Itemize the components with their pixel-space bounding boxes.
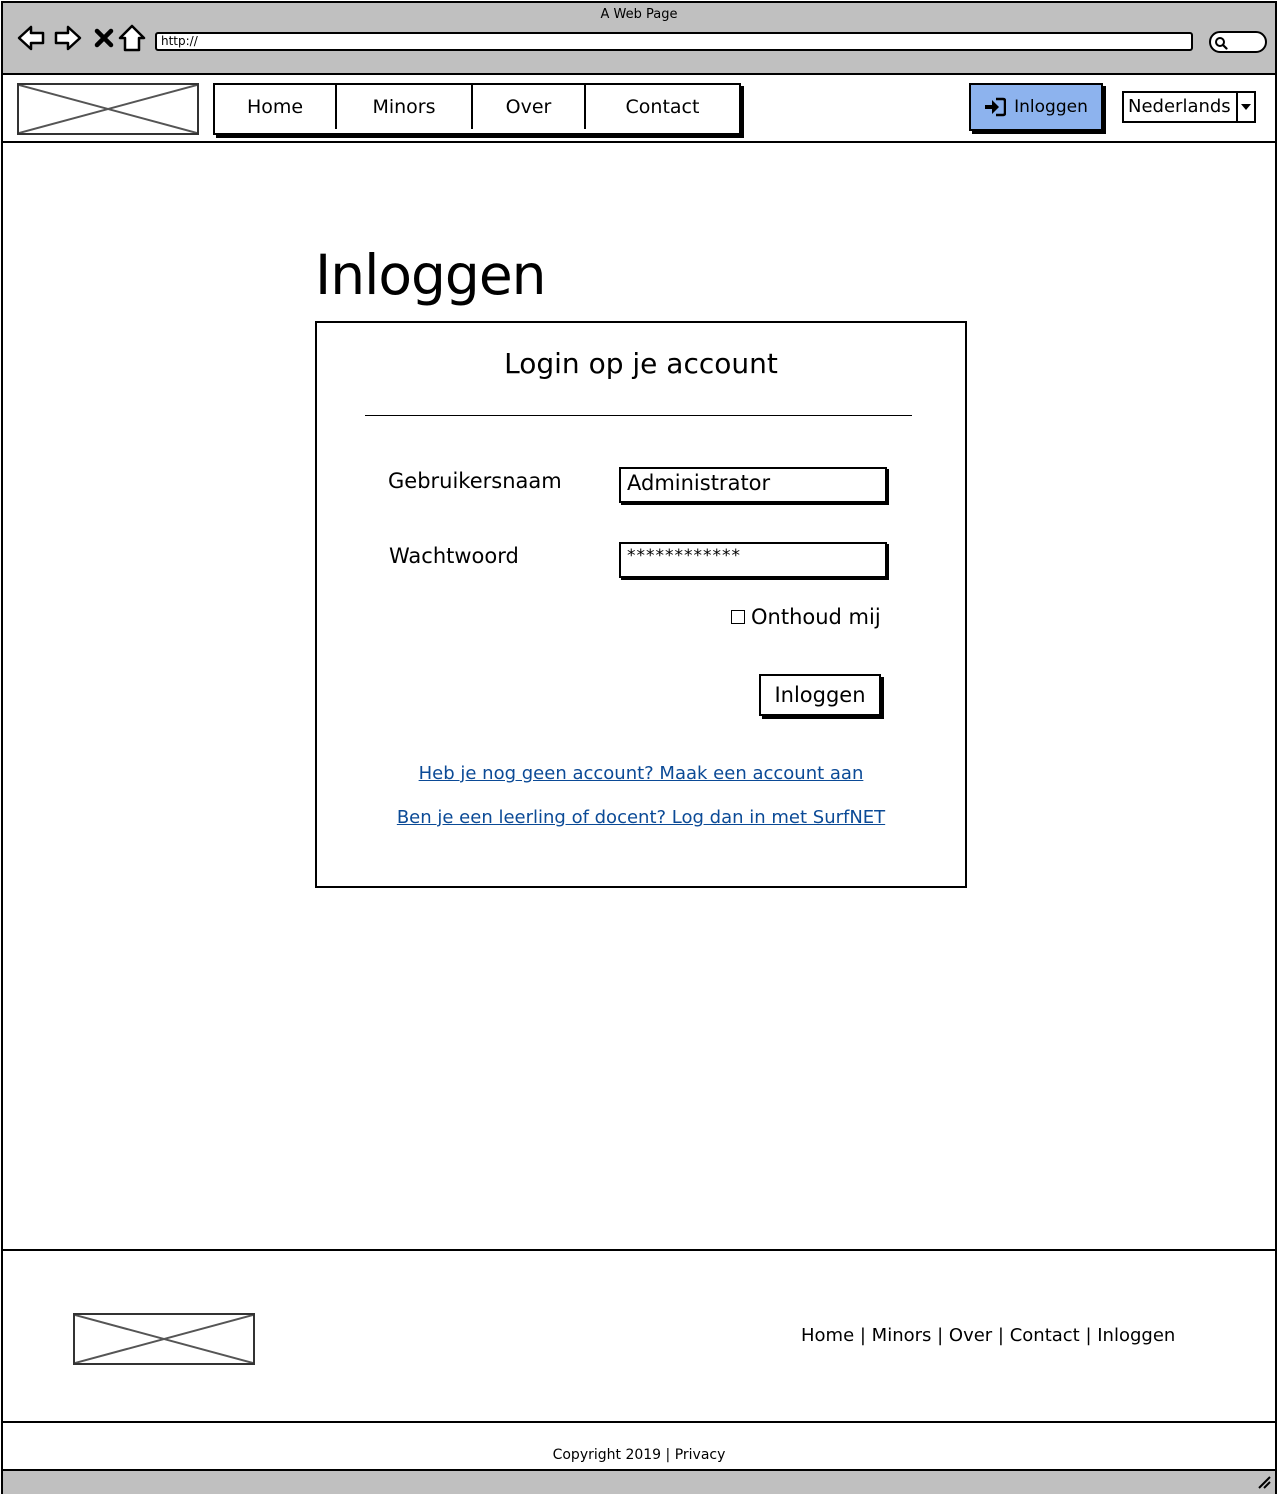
login-button[interactable]: Inloggen xyxy=(759,674,881,716)
browser-titlebar: A Web Page http:// xyxy=(3,3,1275,75)
password-field[interactable]: ************ xyxy=(619,542,887,578)
username-label: Gebruikersnaam xyxy=(388,469,562,493)
nav-home[interactable]: Home xyxy=(215,85,337,129)
divider xyxy=(365,415,912,416)
nav-over[interactable]: Over xyxy=(473,85,586,129)
card-title: Login op je account xyxy=(504,347,778,380)
browser-window: A Web Page http:// Home Minors Over Cont… xyxy=(1,1,1277,1494)
footer-links[interactable]: Home | Minors | Over | Contact | Inlogge… xyxy=(801,1325,1175,1346)
login-card: Login op je account Gebruikersnaam Admin… xyxy=(315,321,967,888)
back-icon[interactable] xyxy=(16,23,46,53)
header-login-label: Inloggen xyxy=(1014,97,1088,117)
nav-contact[interactable]: Contact xyxy=(586,85,739,129)
stop-icon[interactable] xyxy=(89,23,119,53)
search-icon xyxy=(1215,37,1228,50)
sign-in-icon xyxy=(985,97,1007,117)
footer-logo-placeholder xyxy=(73,1313,255,1365)
language-value: Nederlands xyxy=(1128,96,1231,117)
chevron-down-icon xyxy=(1236,93,1254,121)
remember-row: Onthoud mij xyxy=(731,605,881,629)
signup-link[interactable]: Heb je nog geen account? Maak een accoun… xyxy=(317,763,965,784)
window-title: A Web Page xyxy=(600,7,678,22)
username-field[interactable]: Administrator xyxy=(619,467,887,503)
logo-placeholder xyxy=(17,83,199,135)
status-bar xyxy=(3,1469,1275,1494)
page-title: Inloggen xyxy=(315,243,547,307)
site-footer: Home | Minors | Over | Contact | Inlogge… xyxy=(3,1249,1275,1423)
site-header: Home Minors Over Contact Inloggen Nederl… xyxy=(3,75,1275,143)
forward-icon[interactable] xyxy=(53,23,83,53)
header-login-button[interactable]: Inloggen xyxy=(969,83,1103,131)
main-nav: Home Minors Over Contact xyxy=(213,83,741,135)
nav-minors[interactable]: Minors xyxy=(337,85,473,129)
copyright: Copyright 2019 | Privacy xyxy=(552,1447,726,1463)
remember-checkbox[interactable] xyxy=(731,610,745,624)
address-bar[interactable]: http:// xyxy=(155,32,1193,51)
surfnet-link[interactable]: Ben je een leerling of docent? Log dan i… xyxy=(317,807,965,828)
password-label: Wachtwoord xyxy=(389,544,519,568)
language-select[interactable]: Nederlands xyxy=(1122,91,1256,123)
browser-search[interactable] xyxy=(1209,31,1267,53)
resize-handle-icon[interactable] xyxy=(1257,1475,1271,1489)
remember-label: Onthoud mij xyxy=(751,605,881,629)
home-icon[interactable] xyxy=(117,23,147,53)
